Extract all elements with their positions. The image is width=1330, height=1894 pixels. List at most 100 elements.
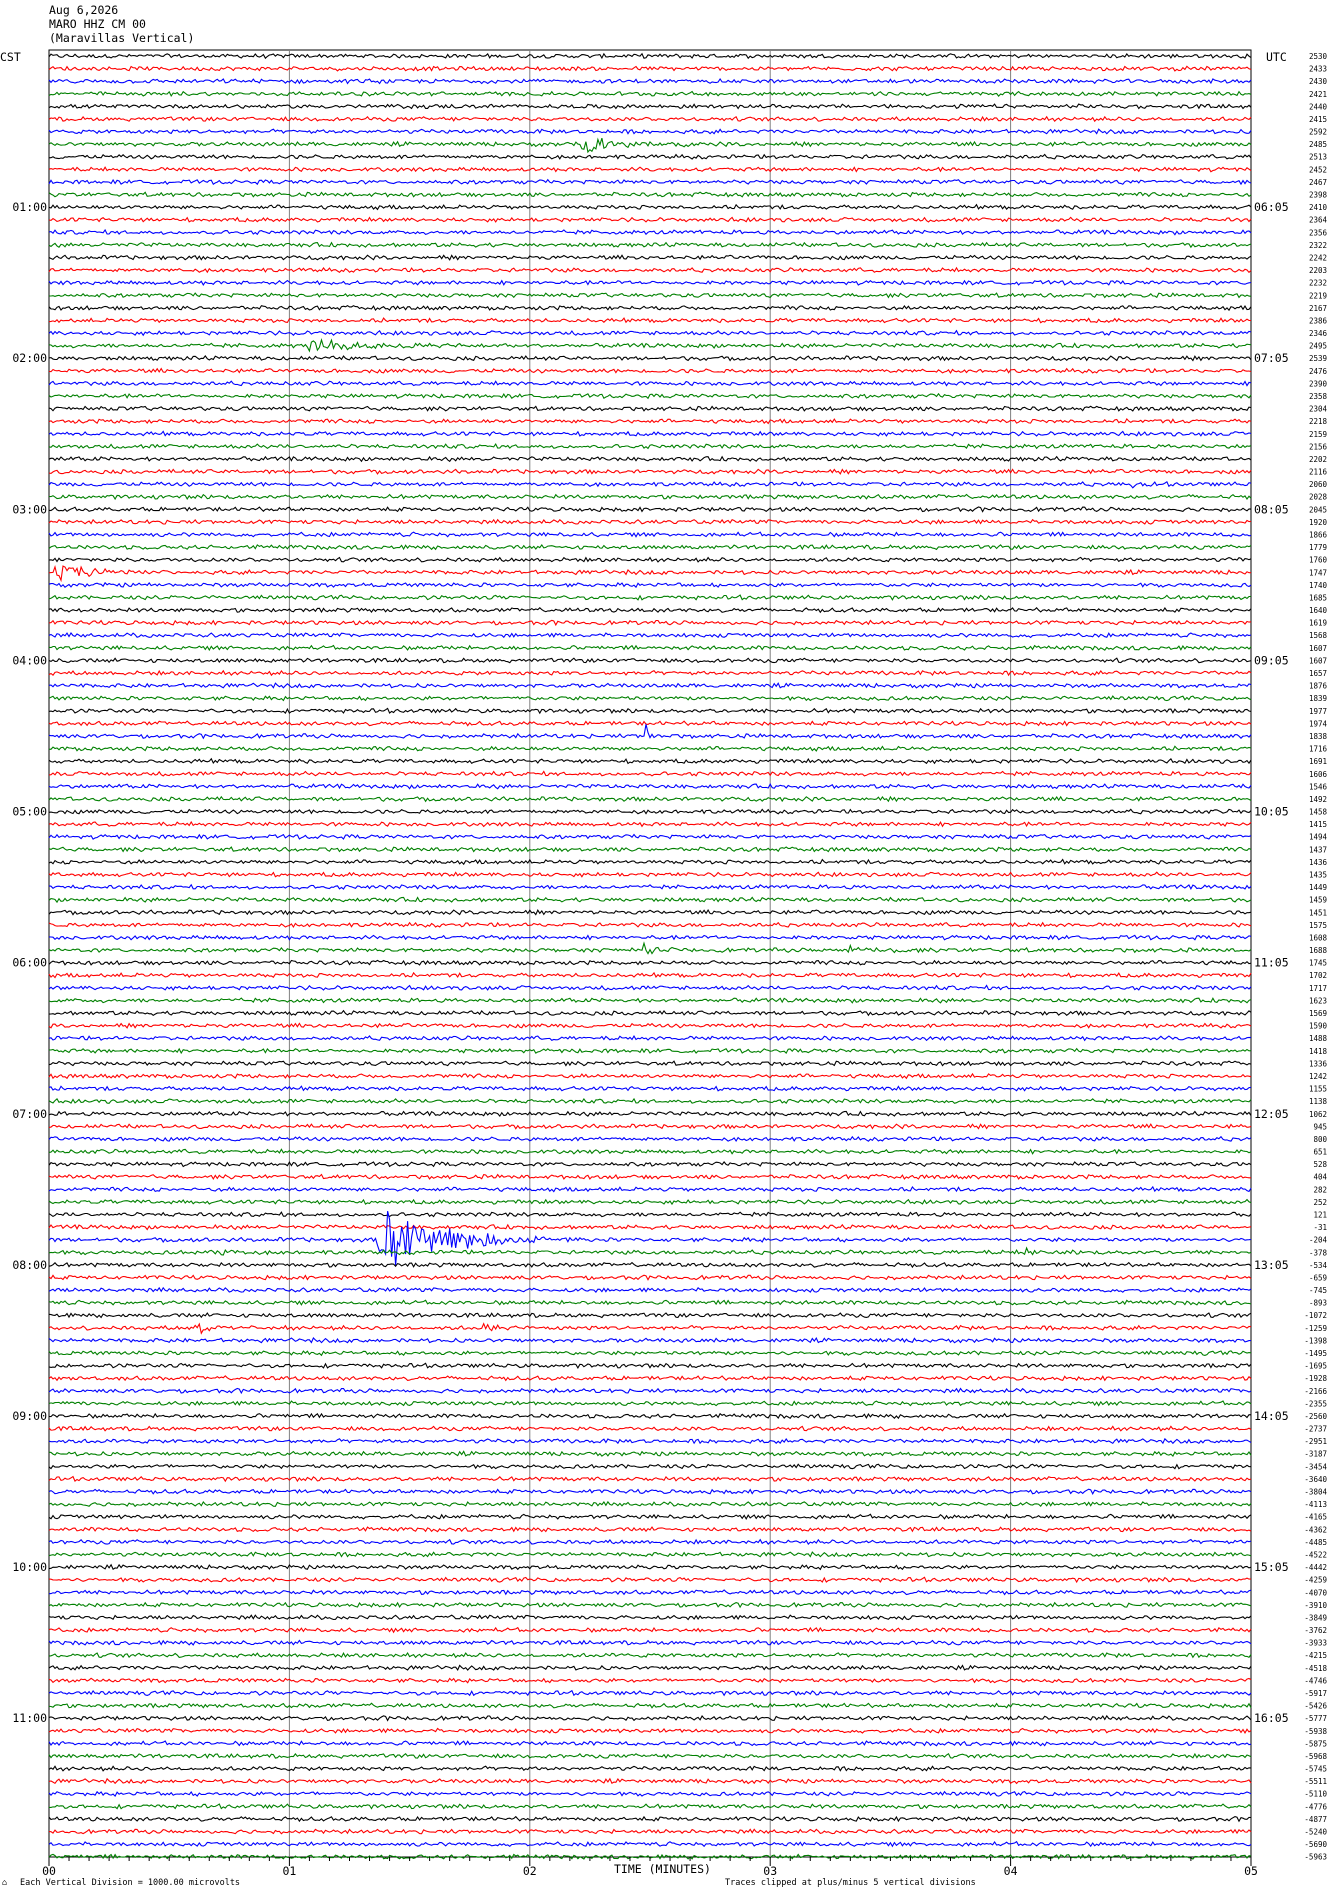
left-hour-label: 07:00 bbox=[12, 1107, 47, 1121]
trace-row-99 bbox=[48, 1299, 1252, 1306]
trace-offset-label: -1695 bbox=[1304, 1362, 1327, 1371]
trace-offset-label: 1608 bbox=[1309, 933, 1328, 942]
trace-row-36 bbox=[48, 506, 1252, 513]
trace-row-90 bbox=[48, 1185, 1252, 1193]
left-hour-label: 05:00 bbox=[12, 805, 47, 819]
trace-offset-label: 1435 bbox=[1309, 871, 1327, 880]
trace-row-132 bbox=[48, 1714, 1252, 1722]
trace-row-2 bbox=[48, 78, 1252, 85]
trace-row-95 bbox=[48, 1246, 1252, 1256]
trace-row-142 bbox=[48, 1840, 1252, 1848]
left-hour-label: 03:00 bbox=[12, 502, 47, 516]
trace-row-42 bbox=[48, 581, 1252, 589]
trace-offset-label: 1336 bbox=[1309, 1059, 1328, 1068]
trace-offset-label: -659 bbox=[1309, 1273, 1327, 1282]
trace-offset-label: -3187 bbox=[1304, 1450, 1327, 1459]
trace-row-105 bbox=[48, 1375, 1252, 1382]
trace-row-86 bbox=[48, 1135, 1252, 1143]
trace-row-19 bbox=[49, 292, 1252, 299]
trace-row-51 bbox=[48, 695, 1252, 702]
trace-offset-label: -5875 bbox=[1304, 1739, 1327, 1748]
left-hour-label: 01:00 bbox=[12, 200, 47, 214]
trace-row-72 bbox=[48, 959, 1252, 966]
trace-offset-label: 2467 bbox=[1309, 178, 1327, 187]
trace-offset-label: -1072 bbox=[1304, 1311, 1327, 1320]
trace-offset-label: -378 bbox=[1309, 1248, 1328, 1257]
trace-offset-label: -5968 bbox=[1304, 1752, 1327, 1761]
trace-offset-label: 2156 bbox=[1309, 442, 1328, 451]
trace-row-100 bbox=[48, 1312, 1252, 1319]
trace-offset-label: -4776 bbox=[1304, 1802, 1327, 1811]
trace-offset-label: 121 bbox=[1313, 1210, 1327, 1219]
trace-row-110 bbox=[48, 1437, 1252, 1445]
trace-row-107 bbox=[48, 1400, 1252, 1407]
trace-offset-label: 1779 bbox=[1309, 543, 1327, 552]
trace-offset-label: -534 bbox=[1309, 1261, 1328, 1270]
trace-row-46 bbox=[48, 632, 1252, 639]
trace-row-124 bbox=[48, 1614, 1252, 1621]
trace-row-123 bbox=[48, 1601, 1252, 1609]
right-hour-label: 10:05 bbox=[1254, 805, 1289, 819]
trace-row-108 bbox=[48, 1412, 1252, 1420]
x-tick-label: 02 bbox=[523, 1864, 537, 1878]
trace-offset-label: -1928 bbox=[1304, 1374, 1327, 1383]
trace-offset-label: 1685 bbox=[1309, 593, 1327, 602]
trace-offset-label: -3804 bbox=[1304, 1488, 1327, 1497]
trace-row-96 bbox=[48, 1261, 1252, 1269]
trace-offset-label: 2028 bbox=[1309, 493, 1328, 502]
trace-row-73 bbox=[48, 971, 1252, 979]
trace-offset-label: 1138 bbox=[1309, 1097, 1328, 1106]
x-tick-label: 00 bbox=[42, 1864, 56, 1878]
trace-offset-label: 2386 bbox=[1309, 316, 1328, 325]
trace-offset-label: 1716 bbox=[1309, 745, 1328, 754]
trace-row-84 bbox=[48, 1110, 1252, 1118]
trace-offset-label: -4362 bbox=[1304, 1525, 1327, 1534]
trace-row-1 bbox=[48, 65, 1252, 72]
trace-row-22 bbox=[48, 329, 1252, 337]
trace-row-134 bbox=[48, 1740, 1252, 1747]
trace-row-12 bbox=[48, 203, 1252, 211]
trace-offset-label: 1418 bbox=[1309, 1047, 1328, 1056]
trace-offset-label: 1459 bbox=[1309, 896, 1327, 905]
trace-row-24 bbox=[48, 354, 1252, 362]
trace-offset-label: -893 bbox=[1309, 1299, 1327, 1308]
trace-row-79 bbox=[48, 1047, 1252, 1055]
trace-row-82 bbox=[48, 1085, 1252, 1092]
trace-row-125 bbox=[48, 1626, 1252, 1634]
trace-row-18 bbox=[48, 279, 1252, 286]
trace-row-91 bbox=[48, 1198, 1252, 1206]
trace-row-116 bbox=[48, 1513, 1252, 1521]
trace-row-58 bbox=[48, 783, 1252, 790]
trace-row-93 bbox=[48, 1223, 1252, 1231]
trace-row-34 bbox=[48, 480, 1252, 489]
trace-offset-label: 2356 bbox=[1309, 228, 1328, 237]
trace-row-14 bbox=[48, 228, 1252, 236]
trace-offset-label: -2737 bbox=[1304, 1425, 1327, 1434]
trace-offset-label: 2530 bbox=[1309, 52, 1328, 61]
trace-offset-label: 528 bbox=[1313, 1160, 1327, 1169]
trace-row-135 bbox=[48, 1752, 1252, 1759]
trace-offset-label: 2364 bbox=[1309, 216, 1328, 225]
trace-offset-label: 2232 bbox=[1309, 279, 1327, 288]
trace-row-28 bbox=[48, 405, 1252, 412]
trace-offset-label: 1876 bbox=[1309, 682, 1328, 691]
trace-offset-label: 2304 bbox=[1309, 405, 1328, 414]
trace-offset-label: 1920 bbox=[1309, 518, 1328, 527]
trace-row-87 bbox=[48, 1148, 1252, 1155]
trace-row-0 bbox=[48, 52, 1252, 60]
trace-offset-label: -4877 bbox=[1304, 1815, 1327, 1824]
trace-offset-label: 1866 bbox=[1309, 531, 1328, 540]
trace-row-70 bbox=[48, 934, 1252, 941]
trace-offset-label: -4070 bbox=[1304, 1588, 1327, 1597]
trace-offset-label: -5777 bbox=[1304, 1714, 1327, 1723]
trace-offset-label: -3910 bbox=[1304, 1601, 1327, 1610]
trace-row-30 bbox=[48, 430, 1252, 437]
right-hour-label: 12:05 bbox=[1254, 1107, 1289, 1121]
trace-row-112 bbox=[48, 1463, 1252, 1470]
trace-row-9 bbox=[48, 166, 1252, 173]
left-hour-label: 08:00 bbox=[12, 1258, 47, 1272]
trace-offset-label: 1492 bbox=[1309, 795, 1327, 804]
trace-row-54 bbox=[48, 724, 1252, 740]
trace-offset-label: 2346 bbox=[1309, 329, 1328, 338]
trace-row-75 bbox=[48, 997, 1252, 1004]
